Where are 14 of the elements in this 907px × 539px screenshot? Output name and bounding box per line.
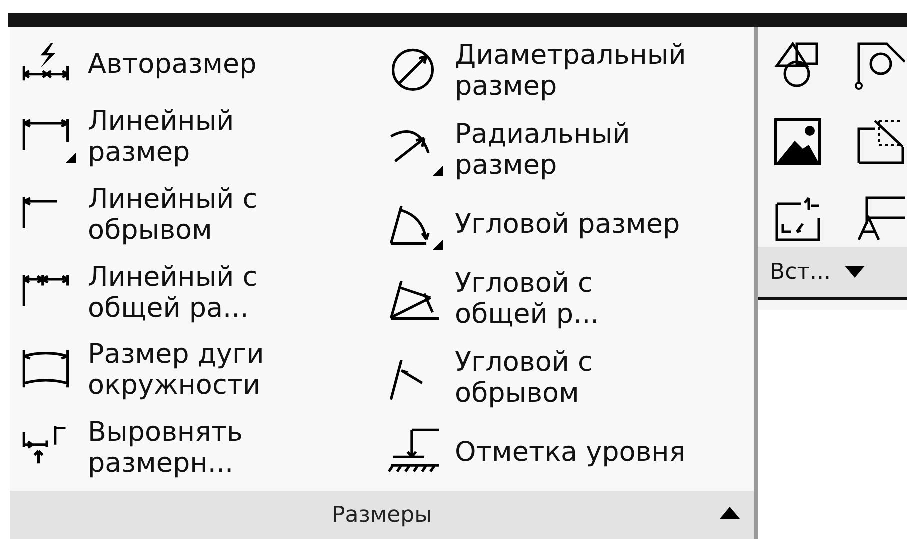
panel-title: Вст...: [770, 260, 831, 284]
dimension-tool-button[interactable]: Линейный с обрывом: [20, 184, 387, 246]
dimension-tool-button[interactable]: Угловой с общей р...: [387, 268, 754, 330]
dimension-tool-button[interactable]: Линейный с общей ра...: [20, 262, 387, 324]
dimension-tool-button[interactable]: Выровнять размерн...: [20, 417, 387, 480]
dimension-tool-button[interactable]: Диаметральный размер: [387, 40, 754, 102]
panel-title: Размеры: [332, 502, 432, 528]
dimension-tool-button[interactable]: Угловой с обрывом: [387, 346, 754, 409]
dimension-tool-button[interactable]: Линейный размер: [20, 106, 387, 168]
dimension-tool-button[interactable]: Угловой размер: [387, 198, 754, 250]
dimension-tool-button[interactable]: Размер дуги окружности: [20, 339, 387, 402]
dimension-tool-button[interactable]: Радиальный размер: [387, 118, 754, 181]
dimension-tool-button[interactable]: Авторазмер: [20, 38, 387, 91]
dimension-tool-button[interactable]: Отметка уровня: [387, 426, 754, 478]
